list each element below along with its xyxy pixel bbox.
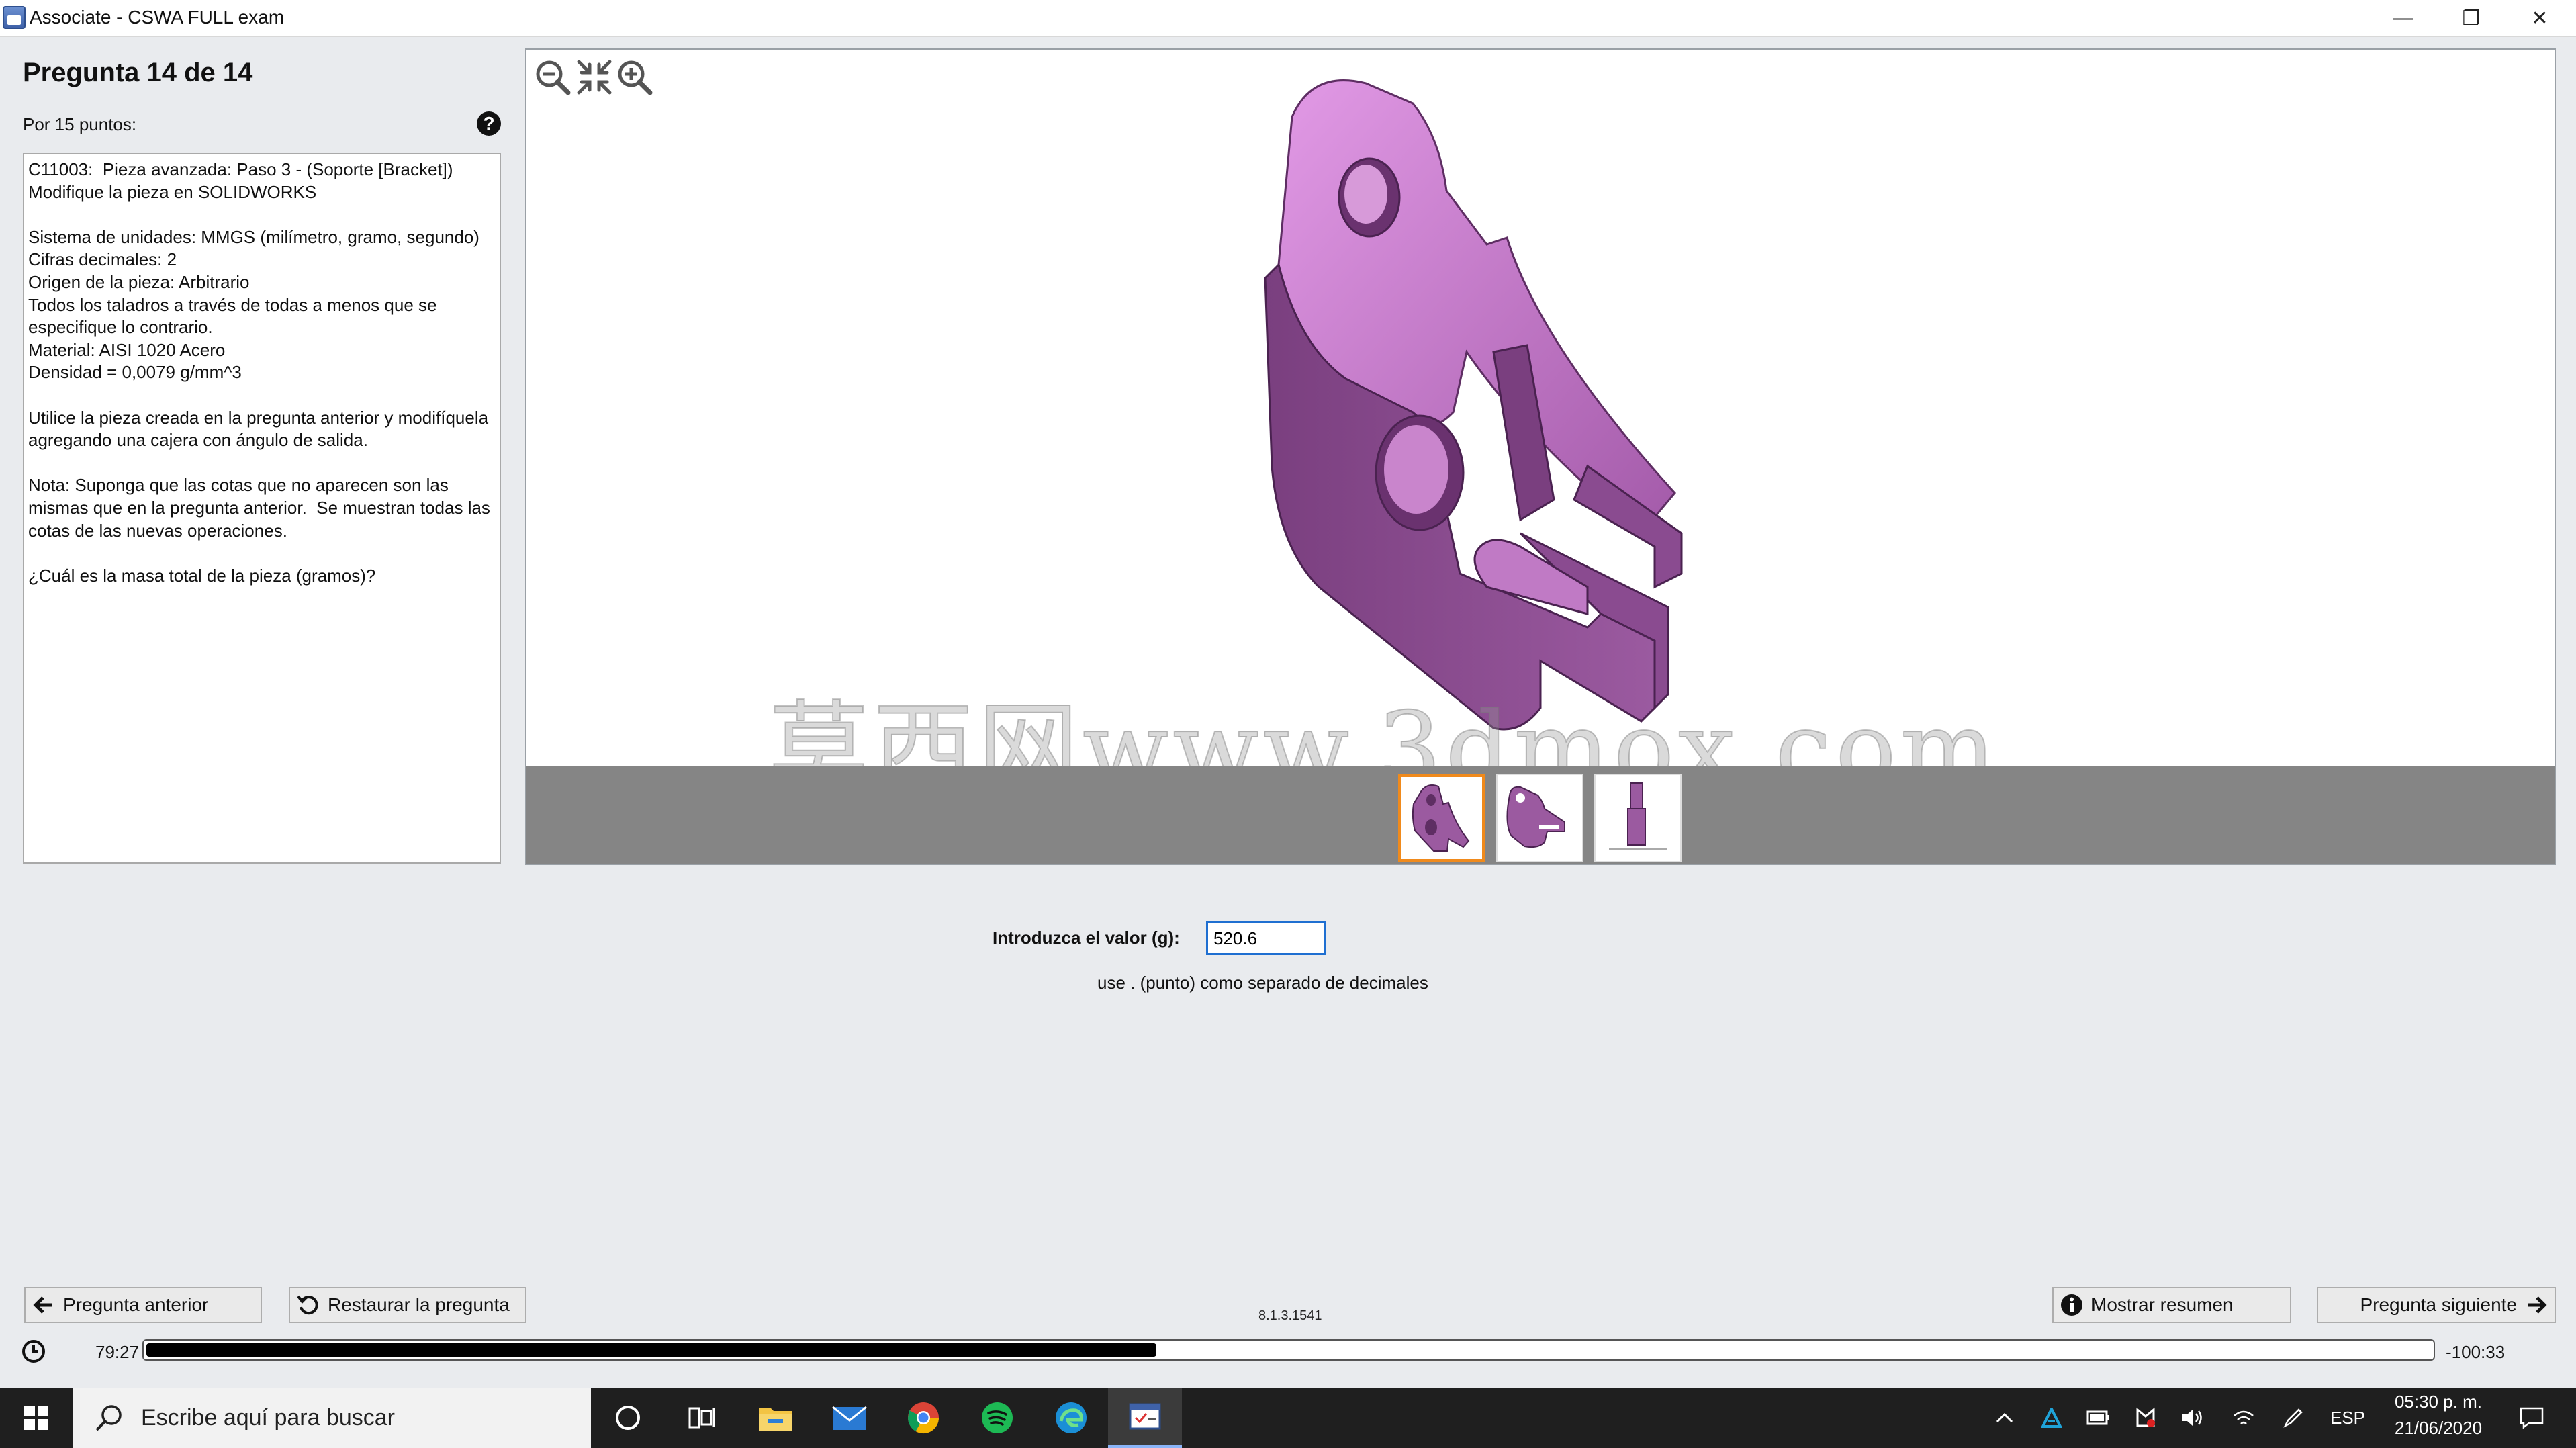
thumbnail-isometric-view[interactable] — [1398, 774, 1485, 862]
time-progress-bar — [142, 1339, 2435, 1361]
show-summary-label: Mostrar resumen — [2091, 1294, 2234, 1315]
minimize-button[interactable]: — — [2369, 0, 2436, 36]
window-title: Associate - CSWA FULL exam — [30, 7, 285, 28]
notifications-icon[interactable] — [2512, 1388, 2552, 1448]
reset-question-button[interactable]: Restaurar la pregunta — [289, 1287, 526, 1323]
zoom-in-icon[interactable] — [615, 58, 654, 97]
info-icon — [2060, 1294, 2083, 1316]
thumbnail-front-view[interactable] — [1496, 774, 1583, 862]
language-indicator[interactable]: ESP — [2321, 1388, 2375, 1448]
chrome-icon[interactable] — [886, 1388, 960, 1448]
show-summary-button[interactable]: Mostrar resumen — [2052, 1287, 2291, 1323]
arrow-left-icon — [32, 1294, 55, 1316]
wifi-icon[interactable] — [2227, 1388, 2260, 1448]
time-progress-fill — [146, 1343, 1156, 1357]
mail-icon[interactable] — [813, 1388, 886, 1448]
taskbar-search[interactable]: Escribe aquí para buscar — [73, 1388, 591, 1448]
next-question-label: Pregunta siguiente — [2360, 1294, 2517, 1315]
thumbnail-strip — [526, 766, 2555, 864]
search-placeholder: Escribe aquí para buscar — [141, 1404, 395, 1431]
chevron-up-icon[interactable] — [1988, 1388, 2021, 1448]
zoom-out-icon[interactable] — [533, 58, 572, 97]
antivirus-icon[interactable] — [2129, 1388, 2162, 1448]
spotify-icon[interactable] — [960, 1388, 1034, 1448]
previous-question-label: Pregunta anterior — [63, 1294, 209, 1315]
app-icon — [3, 6, 26, 29]
pen-icon[interactable] — [2276, 1388, 2310, 1448]
taskbar-clock[interactable]: 05:30 p. m. 21/06/2020 — [2381, 1392, 2495, 1445]
title-bar: Associate - CSWA FULL exam — ❐ ✕ — [0, 0, 2576, 37]
task-view-icon[interactable] — [665, 1388, 739, 1448]
fit-icon[interactable] — [575, 58, 614, 97]
answer-hint: use . (punto) como separado de decimales — [1097, 972, 1428, 993]
time-remaining: -100:33 — [2446, 1342, 2505, 1362]
close-button[interactable]: ✕ — [2506, 0, 2573, 36]
reset-question-label: Restaurar la pregunta — [328, 1294, 510, 1315]
question-text: C11003: Pieza avanzada: Paso 3 - (Soport… — [23, 153, 501, 864]
restore-button[interactable]: ❐ — [2438, 0, 2505, 36]
previous-question-button[interactable]: Pregunta anterior — [24, 1287, 262, 1323]
thumbnail-side-view[interactable] — [1594, 774, 1682, 862]
clock-time: 05:30 p. m. — [2394, 1392, 2483, 1412]
answer-label: Introduzca el valor (g): — [993, 927, 1180, 948]
search-icon — [95, 1405, 122, 1431]
start-button[interactable] — [0, 1388, 73, 1448]
battery-icon[interactable] — [2082, 1388, 2115, 1448]
version-label: 8.1.3.1541 — [1258, 1308, 1322, 1323]
time-elapsed: 79:27 — [95, 1342, 140, 1362]
volume-icon[interactable] — [2176, 1388, 2209, 1448]
edge-icon[interactable] — [1034, 1388, 1108, 1448]
taskbar: Escribe aquí para buscar ESP 05:30 p. m.… — [0, 1388, 2576, 1448]
undo-icon — [297, 1294, 320, 1316]
answer-input[interactable] — [1206, 921, 1326, 955]
exam-app-icon[interactable] — [1108, 1388, 1182, 1448]
question-title: Pregunta 14 de 14 — [23, 58, 253, 87]
file-explorer-icon[interactable] — [739, 1388, 813, 1448]
autodesk-icon[interactable] — [2035, 1388, 2068, 1448]
clock-date: 21/06/2020 — [2394, 1418, 2483, 1438]
cortana-icon[interactable] — [591, 1388, 665, 1448]
arrow-right-icon — [2525, 1294, 2548, 1316]
next-question-button[interactable]: Pregunta siguiente — [2317, 1287, 2556, 1323]
model-viewer[interactable]: 莫西网www.3dmox.com — [525, 48, 2556, 865]
windows-icon — [24, 1406, 48, 1430]
clock-icon — [22, 1340, 45, 1363]
help-icon[interactable]: ? — [477, 111, 501, 136]
question-points: Por 15 puntos: — [23, 114, 137, 134]
